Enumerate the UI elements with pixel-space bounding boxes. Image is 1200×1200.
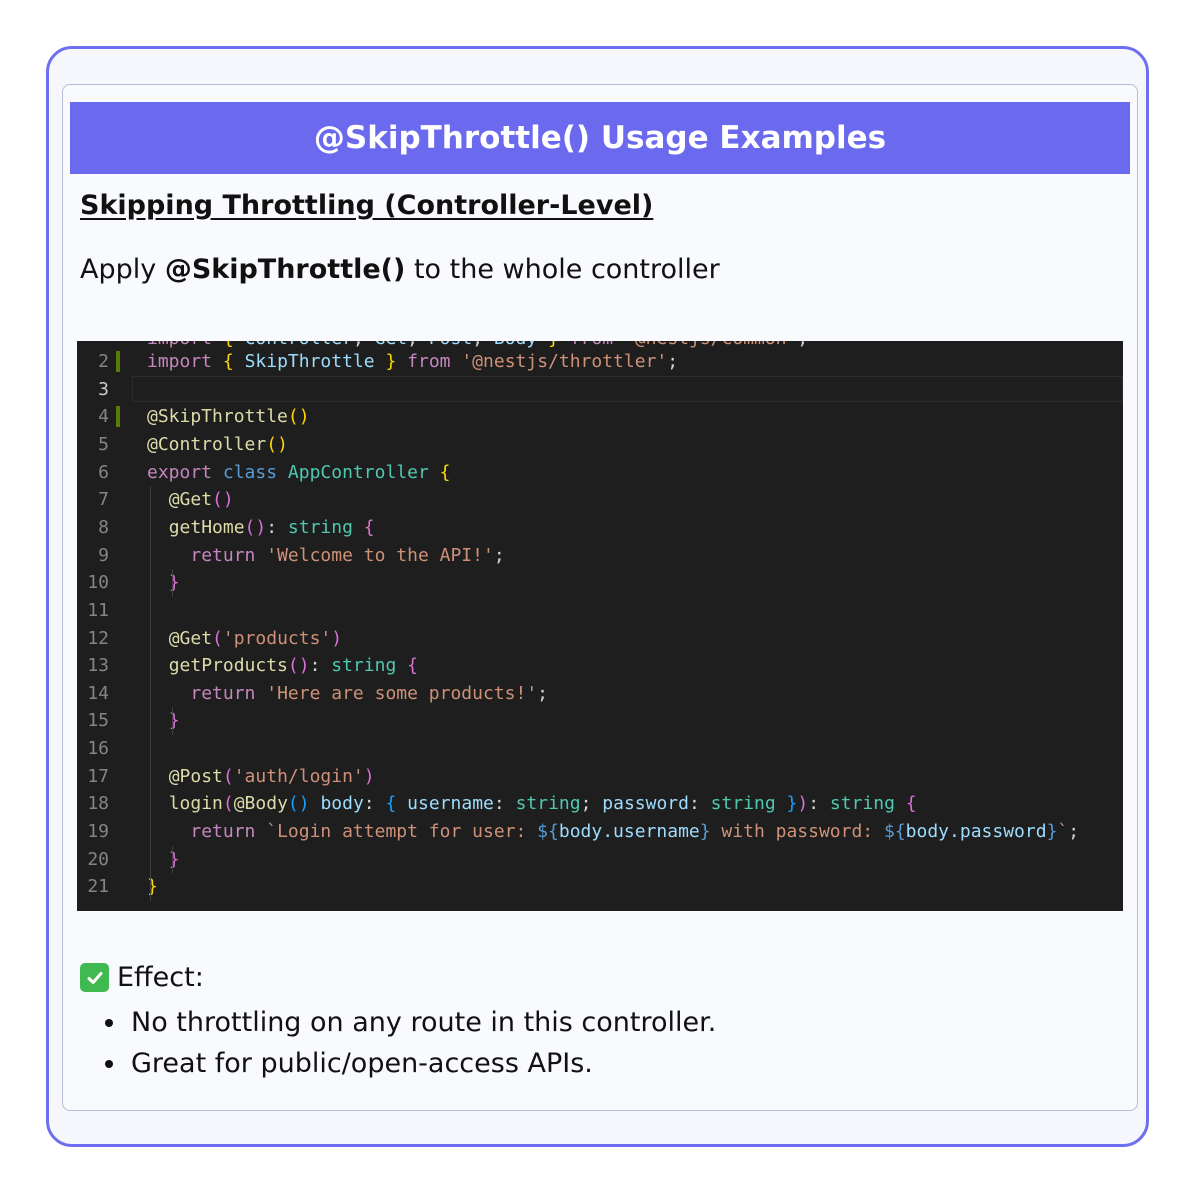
line-number: 14 (87, 682, 109, 704)
description-prefix: Apply (80, 254, 165, 285)
line-number: 20 (87, 848, 109, 870)
line-number: 7 (98, 489, 109, 511)
code-line: 12 @Get('products') (77, 625, 1123, 652)
code-line: 20 } (77, 846, 1123, 873)
list-item-text: No throttling on any route in this contr… (131, 1007, 717, 1038)
code-line: 2 import { SkipThrottle } from '@nestjs/t… (77, 348, 1123, 375)
code-text: getHome(): string { (168, 516, 375, 538)
code-text: @SkipThrottle() (147, 406, 310, 428)
git-change-marker (116, 351, 120, 372)
code-line: 5 @Controller() (77, 431, 1123, 458)
line-number: 16 (87, 738, 109, 760)
indent-guide (172, 569, 173, 597)
line-number: 22 (77, 907, 109, 911)
effect-label-row: Effect: (80, 962, 204, 993)
code-text: @Get('products') (168, 627, 343, 649)
line-number: 12 (87, 627, 109, 649)
line-number: 4 (98, 406, 109, 428)
code-text: login(@Body() body: { username: string; … (168, 793, 917, 815)
code-text: return `Login attempt for user: ${body.u… (190, 821, 1080, 843)
effect-list: No throttling on any route in this contr… (80, 1002, 716, 1084)
code-line: 21} (77, 873, 1123, 900)
bullet-icon (105, 1060, 113, 1068)
code-text: } (168, 848, 180, 870)
code-line: 7 @Get() (77, 486, 1123, 513)
line-number: 18 (87, 793, 109, 815)
title-bar: @SkipThrottle() Usage Examples (70, 102, 1130, 174)
indent-guide (172, 845, 173, 874)
code-line: 10 } (77, 569, 1123, 596)
line-number: 19 (87, 821, 109, 843)
description-suffix: to the whole controller (405, 254, 720, 285)
line-number: 10 (87, 572, 109, 594)
description: Apply @SkipThrottle() to the whole contr… (80, 254, 720, 285)
line-number: 13 (87, 655, 109, 677)
code-screenshot: import { Controller, Get, Post, Body } f… (77, 341, 1123, 911)
code-line: 9 return 'Welcome to the API!'; (77, 542, 1123, 569)
line-number: 21 (87, 876, 109, 898)
code-line: 3 (77, 376, 1123, 403)
indent-guide (150, 486, 151, 901)
code-line: 16 (77, 735, 1123, 762)
code-text: return 'Here are some products!'; (190, 682, 549, 704)
git-change-marker (116, 406, 120, 428)
code-line: 11 (77, 597, 1123, 624)
bullet-icon (105, 1019, 113, 1027)
code-line: 18 login(@Body() body: { username: strin… (77, 790, 1123, 817)
effect-label: Effect: (117, 962, 204, 993)
code-text: export class AppController { (147, 461, 451, 483)
code-text: @Controller() (147, 433, 288, 455)
code-text: } (147, 876, 158, 898)
indent-guide (172, 707, 173, 736)
section-heading: Skipping Throttling (Controller-Level) (80, 190, 654, 221)
line-number: 17 (87, 765, 109, 787)
line-number: 5 (98, 433, 109, 455)
line-number: 15 (87, 710, 109, 732)
description-decorator: @SkipThrottle() (164, 254, 406, 285)
list-item-text: Great for public/open-access APIs. (131, 1048, 593, 1079)
line-number: 8 (98, 516, 109, 538)
code-line: 6 export class AppController { (77, 459, 1123, 486)
code-line: 13 getProducts(): string { (77, 652, 1123, 679)
code-line-partial-bottom: 22 (77, 907, 1123, 911)
line-number: 3 (98, 378, 109, 400)
code-line: 14 return 'Here are some products!'; (77, 680, 1123, 707)
check-mark-button-icon (80, 963, 109, 992)
line-number: 2 (98, 351, 109, 372)
code-text: } (168, 572, 180, 594)
list-item: No throttling on any route in this contr… (80, 1002, 716, 1043)
code-line: 17 @Post('auth/login') (77, 763, 1123, 790)
code-text: return 'Welcome to the API!'; (190, 544, 505, 566)
page-title: @SkipThrottle() Usage Examples (313, 120, 887, 156)
code-line: 15 } (77, 707, 1123, 734)
code-text: @Get() (168, 489, 234, 511)
line-number: 6 (98, 461, 109, 483)
line-number: 11 (87, 599, 109, 621)
code-text: } (168, 710, 180, 732)
code-line: 8 getHome(): string { (77, 514, 1123, 541)
code-text: @Post('auth/login') (168, 765, 375, 787)
code-text: getProducts(): string { (168, 655, 418, 677)
code-line: 4 @SkipThrottle() (77, 403, 1123, 430)
list-item: Great for public/open-access APIs. (80, 1043, 716, 1084)
line-number: 9 (98, 544, 109, 566)
code-line: 19 return `Login attempt for user: ${bod… (77, 818, 1123, 845)
code-text: import { SkipThrottle } from '@nestjs/th… (147, 351, 679, 372)
